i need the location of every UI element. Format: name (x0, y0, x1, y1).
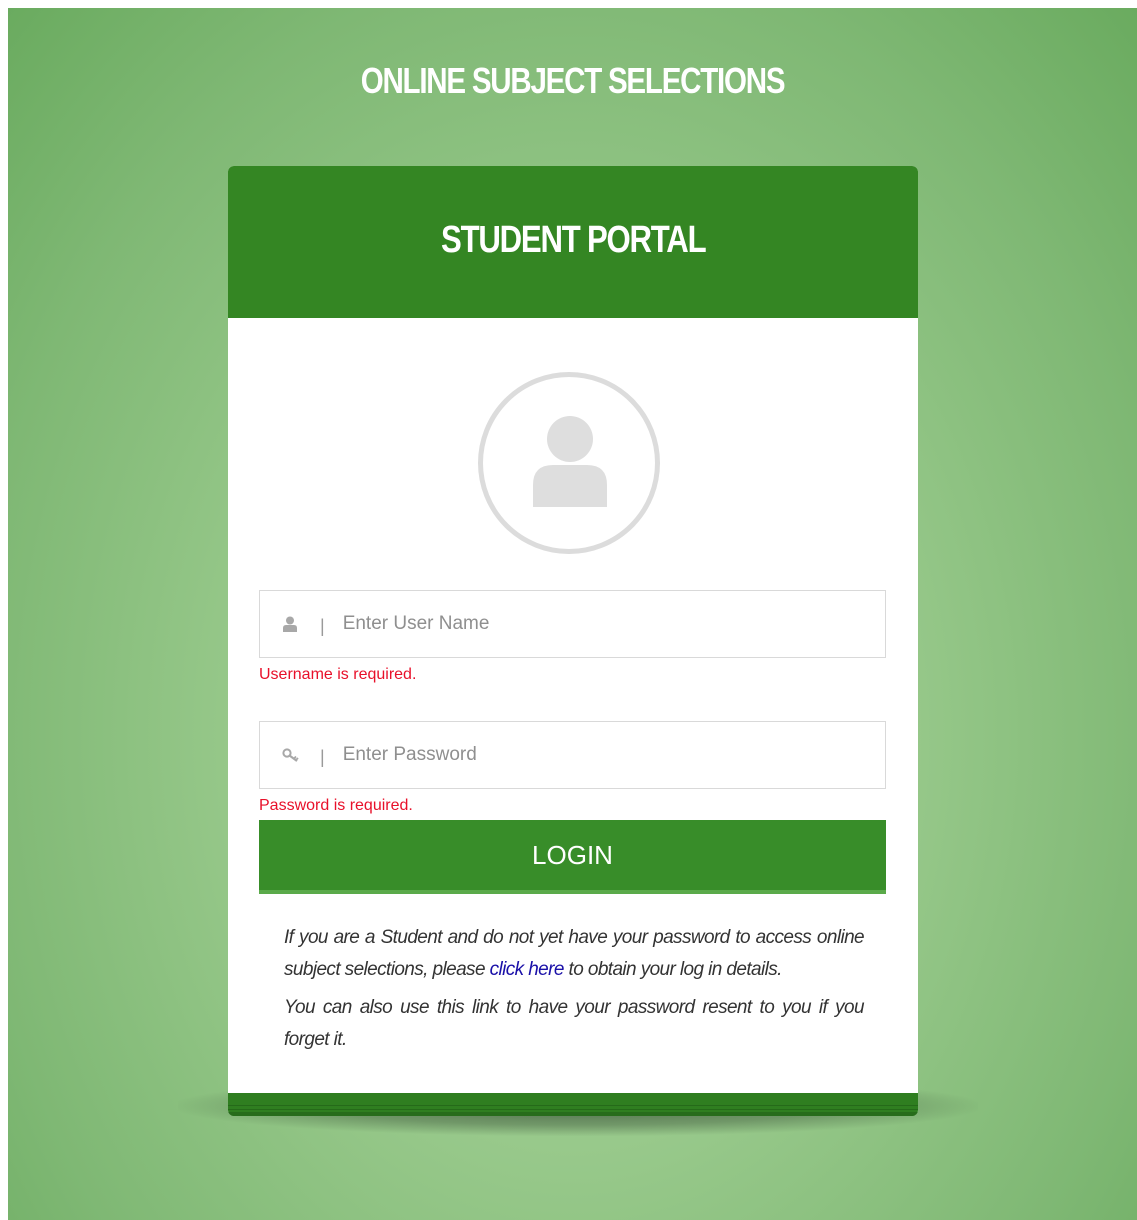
key-icon (282, 747, 302, 763)
footer-divider (228, 1109, 918, 1110)
user-avatar-icon (533, 416, 607, 507)
card-header: STUDENT PORTAL (228, 166, 918, 318)
login-button[interactable]: LOGIN (259, 820, 886, 894)
site-title: ONLINE SUBJECT SELECTIONS (360, 60, 786, 101)
password-separator: | (320, 746, 325, 767)
click-here-link[interactable]: click here (490, 959, 565, 980)
footer-divider (228, 1105, 918, 1106)
username-input[interactable] (342, 613, 885, 635)
card-footer (228, 1093, 918, 1116)
username-separator: | (320, 615, 325, 636)
username-field[interactable]: | (259, 590, 886, 658)
portal-title: STUDENT PORTAL (440, 218, 707, 261)
user-icon (282, 616, 302, 632)
password-input[interactable] (342, 744, 885, 766)
info-text: If you are a Student and do not yet have… (284, 922, 865, 1062)
username-error: Username is required. (259, 666, 417, 683)
info-line1-after: to obtain your log in details. (563, 959, 783, 980)
avatar-placeholder (478, 372, 660, 554)
password-error: Password is required. (259, 797, 413, 814)
page-background: ONLINE SUBJECT SELECTIONS STUDENT PORTAL… (8, 8, 1137, 1220)
info-paragraph-2: You can also use this link to have your … (284, 997, 865, 1050)
login-card: STUDENT PORTAL | Username is required. (228, 166, 918, 1116)
info-paragraph-1: If you are a Student and do not yet have… (284, 922, 865, 986)
password-field[interactable]: | (259, 721, 886, 789)
